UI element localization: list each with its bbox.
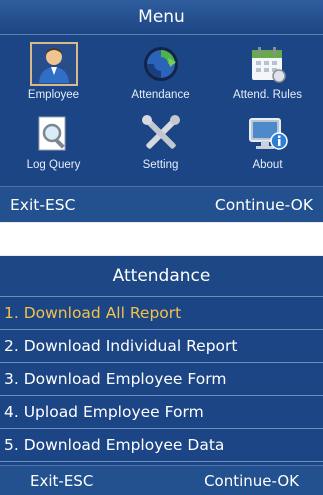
calendar-icon (244, 42, 292, 86)
menu-item-about[interactable]: About (214, 108, 321, 178)
continue-button[interactable]: Continue-OK (215, 196, 313, 214)
continue-button[interactable]: Continue-OK (204, 472, 299, 490)
list-item-upload-employee-form[interactable]: 4. Upload Employee Form (0, 396, 323, 429)
exit-button[interactable]: Exit-ESC (30, 472, 93, 490)
list-item-download-all-report[interactable]: 1. Download All Report (0, 297, 323, 330)
attendance-screen: Attendance 1. Download All Report 2. Dow… (0, 256, 323, 495)
menu-item-setting[interactable]: Setting (107, 108, 214, 178)
exit-button[interactable]: Exit-ESC (10, 196, 75, 214)
list-item-download-individual-report[interactable]: 2. Download Individual Report (0, 330, 323, 363)
menu-screen: Menu Employee Attendance Attend. Rules L… (0, 0, 323, 222)
menu-item-label: Attendance (131, 89, 190, 101)
menu-item-label: Setting (142, 159, 179, 171)
menu-title: Menu (0, 0, 323, 35)
attendance-footer: Exit-ESC Continue-OK (0, 465, 323, 495)
setting-icon (137, 112, 185, 156)
about-icon (244, 112, 292, 156)
log-query-icon (30, 112, 78, 156)
menu-item-label: Attend. Rules (232, 89, 303, 101)
menu-grid: Employee Attendance Attend. Rules Log Qu… (0, 38, 323, 178)
menu-item-attend-rules[interactable]: Attend. Rules (214, 38, 321, 108)
menu-item-employee[interactable]: Employee (0, 38, 107, 108)
menu-item-label: Log Query (26, 159, 81, 171)
attendance-title: Attendance (0, 256, 323, 297)
menu-item-attendance[interactable]: Attendance (107, 38, 214, 108)
menu-item-label: Employee (27, 89, 80, 101)
employee-icon (29, 42, 78, 86)
list-item-download-employee-form[interactable]: 3. Download Employee Form (0, 363, 323, 396)
menu-item-label: About (252, 159, 283, 171)
attendance-menu-list: 1. Download All Report 2. Download Indiv… (0, 297, 323, 462)
list-item-download-employee-data[interactable]: 5. Download Employee Data (0, 429, 323, 462)
menu-item-log-query[interactable]: Log Query (0, 108, 107, 178)
attendance-icon (137, 42, 185, 86)
menu-footer: Exit-ESC Continue-OK (0, 186, 323, 222)
